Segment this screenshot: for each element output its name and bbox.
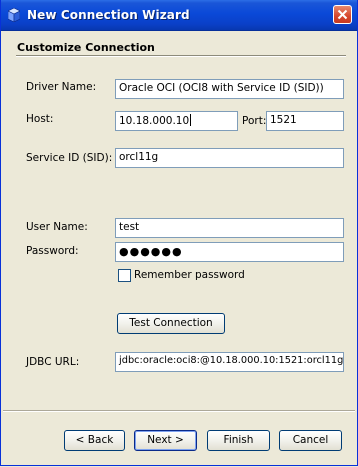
host-label: Host:	[26, 113, 54, 125]
section-divider	[16, 55, 346, 57]
wizard-content: Customize Connection Driver Name: Oracle…	[3, 31, 355, 407]
port-value: 1521	[270, 114, 297, 126]
password-field[interactable]: ●●●●●●	[115, 242, 344, 262]
back-button[interactable]: < Back	[64, 430, 125, 451]
text-cursor	[190, 114, 192, 126]
next-button[interactable]: Next >	[134, 430, 197, 451]
jdbc-url-value: jdbc:oracle:oci8:@10.18.000.10:1521:orcl…	[119, 355, 344, 366]
user-name-field[interactable]: test	[115, 218, 344, 238]
section-title: Customize Connection	[17, 41, 155, 54]
cube-icon	[7, 7, 21, 23]
service-id-field[interactable]: orcl11g	[115, 148, 344, 168]
title-bar[interactable]: New Connection Wizard	[1, 0, 357, 31]
test-connection-button[interactable]: Test Connection	[117, 313, 225, 334]
password-value: ●●●●●●	[119, 245, 183, 258]
close-button[interactable]	[333, 5, 352, 24]
remember-password-label[interactable]: Remember password	[134, 269, 245, 281]
close-icon	[337, 9, 348, 20]
cancel-button[interactable]: Cancel	[279, 430, 342, 451]
user-name-value: test	[119, 221, 140, 233]
jdbc-url-label: JDBC URL:	[26, 356, 80, 368]
user-name-label: User Name:	[26, 221, 88, 233]
jdbc-url-field[interactable]: jdbc:oracle:oci8:@10.18.000.10:1521:orcl…	[115, 352, 344, 372]
finish-button[interactable]: Finish	[207, 430, 270, 451]
footer-divider	[3, 410, 355, 412]
service-id-value: orcl11g	[119, 151, 159, 163]
service-id-label: Service ID (SID):	[26, 152, 113, 164]
port-label: Port:	[242, 115, 267, 127]
host-value: 10.18.000.10	[119, 115, 190, 127]
host-field[interactable]: 10.18.000.10	[115, 111, 238, 131]
wizard-window: New Connection Wizard Customize Connecti…	[0, 0, 358, 466]
driver-name-value: Oracle OCI (OCI8 with Service ID (SID))	[119, 82, 324, 94]
port-field[interactable]: 1521	[266, 111, 344, 131]
window-title: New Connection Wizard	[27, 8, 190, 22]
remember-password-checkbox[interactable]	[118, 269, 131, 282]
driver-name-label: Driver Name:	[26, 81, 97, 93]
driver-name-field[interactable]: Oracle OCI (OCI8 with Service ID (SID))	[115, 79, 344, 99]
password-label: Password:	[26, 245, 79, 257]
